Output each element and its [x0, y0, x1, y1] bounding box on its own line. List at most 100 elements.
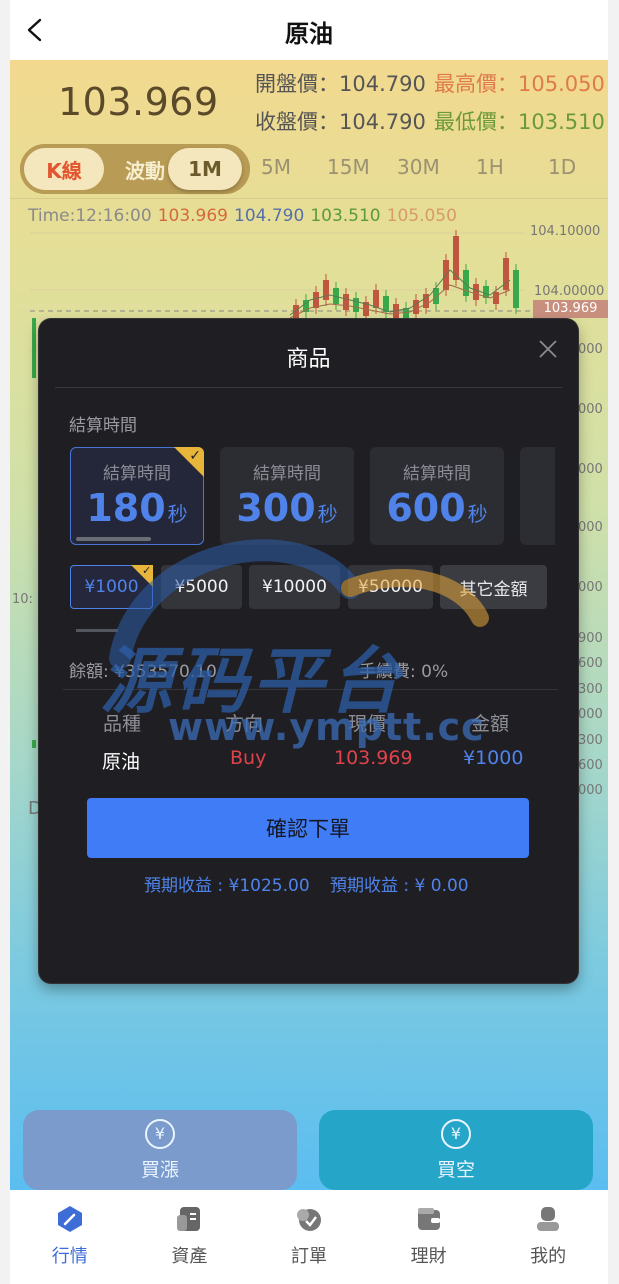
profile-icon [537, 1207, 560, 1231]
nav-wallet[interactable]: 理財 [369, 1190, 489, 1284]
modal-title: 商品 [286, 347, 331, 372]
period-1d[interactable]: 1D [548, 155, 576, 179]
amount-option-5000[interactable]: ¥5000 [161, 565, 242, 609]
period-15m[interactable]: 15M [327, 155, 370, 179]
nav-profile-label: 我的 [530, 1246, 567, 1267]
axis-label-partial-5: 000 [578, 580, 603, 595]
candle-body [493, 292, 499, 304]
open-price: 開盤價：104.790 [255, 68, 426, 98]
nav-market[interactable]: 行情 [10, 1190, 130, 1284]
orders-icon [296, 1209, 321, 1231]
axis-label-partial-6: 900 [578, 631, 603, 646]
bottom-nav: 行情 資產 訂單 理財 我的 [10, 1190, 608, 1284]
top-bar: 原油 [10, 0, 608, 60]
value-amount: ¥1000 [463, 747, 524, 769]
check-icon: ✓ [189, 448, 201, 464]
amount-option-10000[interactable]: ¥10000 [249, 565, 340, 609]
axis-label-partial-2: 000 [578, 402, 603, 417]
high-label: 最高價： [434, 72, 518, 96]
axis-label-partial-7: 600 [578, 656, 603, 671]
expected-profit-1: 預期收益 : ¥1025.00 [144, 876, 310, 896]
axis-label-partial-4: 000 [578, 520, 603, 535]
nav-assets[interactable]: 資產 [130, 1190, 250, 1284]
axis-label-partial-3: 000 [578, 462, 603, 477]
buy-down-button[interactable]: ¥ 買空 [319, 1110, 593, 1190]
value-direction: Buy [230, 747, 267, 769]
nav-assets-label: 資產 [171, 1246, 208, 1267]
duration-option-partial[interactable]: 結 12 [520, 447, 555, 545]
axis-label-partial-9: 000 [578, 707, 603, 722]
close-icon[interactable] [538, 339, 558, 359]
axis-label-partial-10: 300 [578, 733, 603, 748]
candle-body [513, 270, 519, 308]
open-value: 104.790 [339, 72, 426, 96]
buy-up-button[interactable]: ¥ 買漲 [23, 1110, 297, 1190]
value-price: 103.969 [334, 747, 413, 769]
close-price: 收盤價：104.790 [255, 106, 426, 136]
axis-label-mid: 104.00000 [534, 284, 605, 299]
amount-option-50000[interactable]: ¥50000 [348, 565, 433, 609]
candle-body [373, 290, 379, 308]
open-label: 開盤價： [255, 72, 339, 96]
app-screen: 原油 103.969 開盤價：104.790 最高價：105.050 收盤價：1… [10, 0, 608, 1284]
duration-selector[interactable]: 結算時間 180秒 ✓ 結算時間 300秒 結算時間 600秒 結 12 [70, 447, 555, 547]
chart-divider [10, 198, 608, 199]
low-label: 最低價： [434, 110, 518, 134]
value-product: 原油 [102, 751, 141, 773]
axis-label-partial-11: 600 [578, 758, 603, 773]
wallet-icon [417, 1208, 440, 1230]
nav-market-label: 行情 [51, 1246, 88, 1267]
period-1h[interactable]: 1H [476, 155, 504, 179]
axis-label-partial-8: 300 [578, 682, 603, 697]
low-price: 最低價：103.510 [434, 106, 605, 136]
high-value: 105.050 [518, 72, 605, 96]
nav-orders[interactable]: 訂單 [249, 1190, 369, 1284]
nav-orders-label: 訂單 [290, 1246, 327, 1267]
period-1m[interactable]: 1M [168, 148, 242, 190]
settle-section-label: 結算時間 [69, 416, 137, 436]
axis-time-partial: 10: [12, 592, 33, 607]
candle-body [473, 284, 479, 300]
duration-option-180[interactable]: 結算時間 180 秒 ✓ [70, 447, 204, 545]
period-30m[interactable]: 30M [397, 155, 440, 179]
close-value: 104.790 [339, 110, 426, 134]
low-value: 103.510 [518, 110, 605, 134]
yen-up-icon: ¥ [145, 1118, 175, 1149]
candle-body [343, 294, 349, 310]
other-amount-button[interactable]: 其它金額 [440, 565, 547, 609]
duration-scroll-indicator [76, 537, 151, 541]
duration-value: 180 秒 [86, 486, 188, 530]
duration-label: 結算時間 [403, 464, 471, 484]
current-price: 103.969 [58, 80, 219, 124]
page-title: 原油 [285, 20, 333, 48]
high-price: 最高價：105.050 [434, 68, 605, 98]
check-icon: ✓ [142, 564, 152, 577]
candle-body [353, 298, 359, 312]
axis-label-partial-12: 000 [578, 783, 603, 798]
period-5m[interactable]: 5M [261, 155, 291, 179]
buy-up-label: 買漲 [140, 1158, 179, 1181]
duration-value: 300 秒 [236, 486, 338, 530]
market-icon [57, 1206, 82, 1232]
watermark-url: www.ymptt.cc [168, 705, 485, 749]
current-price-tag: 103.969 [533, 300, 608, 318]
tab-kline[interactable]: K線 [24, 148, 104, 190]
candle-body [313, 292, 319, 308]
buy-down-label: 買空 [436, 1158, 475, 1181]
nav-wallet-label: 理財 [410, 1246, 447, 1267]
confirm-order-button[interactable]: 確認下單 [87, 798, 529, 858]
assets-icon [177, 1207, 201, 1231]
duration-label: 結算時間 [103, 464, 171, 484]
duration-option-300[interactable]: 結算時間 300 秒 [220, 447, 354, 545]
yen-down-icon: ¥ [441, 1118, 471, 1149]
axis-label-partial-1: 000 [578, 342, 603, 357]
duration-label: 結算時間 [253, 464, 321, 484]
duration-option-600[interactable]: 結算時間 600 秒 [370, 447, 504, 545]
close-label: 收盤價： [255, 110, 339, 134]
modal-divider [55, 387, 562, 388]
duration-value: 600 秒 [386, 486, 488, 530]
nav-profile[interactable]: 我的 [488, 1190, 608, 1284]
axis-label-top: 104.10000 [530, 224, 601, 239]
candle-body [413, 300, 419, 314]
candle-body [503, 258, 509, 290]
